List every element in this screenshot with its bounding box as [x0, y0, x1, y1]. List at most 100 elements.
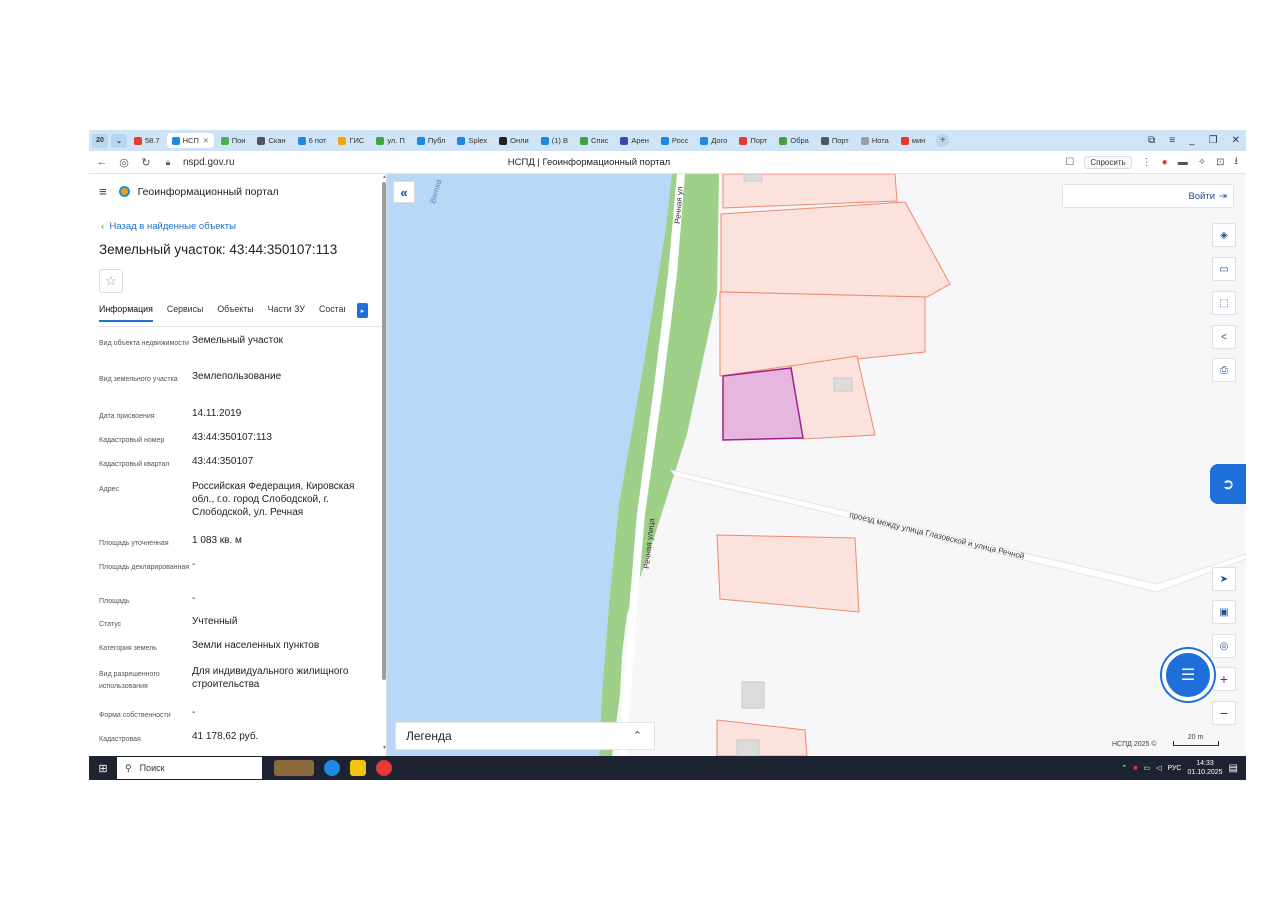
tabs-menu-icon[interactable]: ⌄	[111, 133, 127, 148]
share-icon: <	[1221, 331, 1227, 343]
tab-favicon-icon	[499, 136, 508, 145]
close-icon[interactable]: ✕	[1232, 135, 1240, 146]
bookmarks-icon[interactable]: ⧉	[1148, 135, 1155, 146]
browser-tab[interactable]: мин	[896, 133, 931, 148]
browser-tab[interactable]: 58.7	[129, 133, 165, 148]
clock-date: 01.10.2025	[1187, 769, 1223, 776]
extensions-icon[interactable]: ✧	[1198, 157, 1206, 168]
back-to-results-link[interactable]: ‹ Назад в найденные объекты	[101, 221, 236, 232]
browser-tab[interactable]: Онли	[494, 133, 534, 148]
browser-tab[interactable]: Публ	[412, 133, 451, 148]
new-tab-icon[interactable]: +	[936, 134, 950, 147]
language-indicator[interactable]: РУС	[1167, 765, 1181, 772]
browser-tab[interactable]: Скан	[252, 133, 290, 148]
tab-info[interactable]: Информация	[99, 304, 153, 322]
property-label: Вид разрешенного использования	[99, 671, 160, 690]
ruler-button[interactable]: ▭	[1212, 257, 1236, 281]
tab-favicon-icon	[416, 136, 425, 145]
zoom-out-button[interactable]: −	[1212, 701, 1236, 725]
login-button[interactable]: Войти ⇥	[1062, 184, 1234, 208]
print-button[interactable]: ⎙	[1212, 358, 1236, 382]
share-button[interactable]: <	[1212, 325, 1236, 349]
tab-services[interactable]: Сервисы	[167, 304, 203, 320]
layers-button[interactable]: ◈	[1212, 223, 1236, 247]
windows-start-icon[interactable]: ⊞	[89, 756, 117, 780]
locate-button[interactable]: ➤	[1212, 567, 1236, 591]
property-label: Кадастровая	[99, 736, 141, 743]
browser-tab[interactable]: НСП ✕	[166, 133, 214, 148]
zoom-in-button[interactable]: +	[1212, 667, 1236, 691]
browser-tab[interactable]: Обра	[774, 133, 813, 148]
browser-tab[interactable]: Нота	[856, 133, 894, 148]
extension-icon[interactable]: ●	[1162, 157, 1168, 168]
chat-button[interactable]: ☰	[1162, 649, 1214, 701]
minimize-icon[interactable]: _	[1189, 135, 1195, 146]
property-label: Площадь	[99, 598, 130, 605]
taskbar-search[interactable]: ⚲ Поиск	[117, 757, 262, 779]
browser-tab[interactable]: Дого	[695, 133, 732, 148]
object-sidebar: ≡ Геоинформационный портал ‹ Назад в най…	[89, 174, 387, 756]
network-icon[interactable]: ▭	[1143, 764, 1150, 772]
tab-close-icon[interactable]: ✕	[203, 137, 209, 145]
notifications-icon[interactable]: ▤	[1229, 763, 1238, 774]
minimap-icon: ▣	[1219, 606, 1229, 618]
edge-browser-icon[interactable]	[324, 760, 340, 776]
tabs-scroll-right-icon[interactable]: ▸	[357, 303, 368, 318]
sidebar-scrollbar[interactable]	[382, 182, 386, 680]
minimap-button[interactable]: ▣	[1212, 600, 1236, 624]
browser-tab[interactable]: Порт	[816, 133, 854, 148]
hamburger-menu-icon[interactable]: ≡	[99, 184, 107, 199]
download-icon[interactable]: ⭳	[1235, 154, 1239, 171]
property-value: 1 083 кв. м	[192, 535, 242, 546]
browser-tab[interactable]: (1) В	[536, 133, 573, 148]
browser-tab[interactable]: 6 пот	[293, 133, 332, 148]
file-explorer-icon[interactable]	[350, 760, 366, 776]
geolocation-button[interactable]: ◎	[1212, 634, 1236, 658]
scale-label: 20 m	[1187, 734, 1204, 741]
bookmark-icon[interactable]: ☐	[1065, 157, 1074, 168]
tab-favicon-icon	[660, 136, 669, 145]
collapse-sidebar-button[interactable]: «	[393, 181, 415, 203]
tab-label: 58.7	[145, 136, 160, 145]
feedback-side-button[interactable]: ➲	[1210, 464, 1246, 504]
map-view[interactable]: Вятка Речная ул Речная улица проезд межд…	[387, 174, 1246, 756]
browser-tab[interactable]: ул. П	[371, 133, 410, 148]
building-2	[741, 681, 765, 709]
volume-icon[interactable]: ◁	[1156, 764, 1161, 772]
restore-icon[interactable]: ❐	[1209, 135, 1218, 146]
tab-favicon-icon	[739, 136, 748, 145]
more-icon[interactable]: ⋮	[1142, 157, 1152, 168]
taskbar-widget-icon[interactable]	[274, 760, 314, 776]
map-canvas: Вятка Речная ул Речная улица проезд межд…	[387, 174, 1246, 756]
tray-expand-icon[interactable]: ⌃	[1121, 764, 1127, 772]
menu-icon[interactable]: ≡	[1169, 135, 1175, 146]
browser-tab[interactable]: Росс	[656, 133, 693, 148]
browser-tab[interactable]: ГИС	[333, 133, 369, 148]
tab-favicon-icon	[700, 136, 709, 145]
ask-button[interactable]: Спросить	[1084, 155, 1132, 169]
tab-objects[interactable]: Объекты	[217, 304, 253, 320]
collections-icon[interactable]: ⊡	[1216, 157, 1224, 168]
browser-tab[interactable]: Спис	[575, 133, 613, 148]
tab-label: Обра	[790, 136, 809, 145]
browser-tab[interactable]: Splex	[452, 133, 492, 148]
tray-app-icon[interactable]: ■	[1133, 765, 1137, 772]
system-clock[interactable]: 14:33 01.10.2025	[1188, 759, 1223, 777]
chat-icon: ☰	[1180, 667, 1196, 684]
favorite-star-icon[interactable]: ☆	[99, 269, 123, 293]
browser-tab[interactable]: Порт	[734, 133, 772, 148]
browser-tab[interactable]: Пои	[216, 133, 251, 148]
property-label: Вид земельного участка	[99, 376, 178, 383]
yandex-browser-icon[interactable]	[376, 760, 392, 776]
legend-selector[interactable]: Легенда ⌃	[395, 722, 655, 750]
search-icon: ⚲	[125, 762, 132, 773]
tab-parts[interactable]: Части ЗУ	[268, 304, 305, 320]
tab-label: Нота	[871, 136, 889, 145]
select-area-button[interactable]: ⬚	[1212, 291, 1236, 315]
browser-tab[interactable]: Арен	[615, 133, 654, 148]
parcel-2	[720, 201, 951, 298]
tab-counter-button[interactable]: 20	[92, 133, 108, 148]
extension-2-icon[interactable]: ▬	[1178, 157, 1188, 168]
parcel-5	[716, 534, 860, 613]
tab-composition[interactable]: Состав	[319, 304, 345, 320]
